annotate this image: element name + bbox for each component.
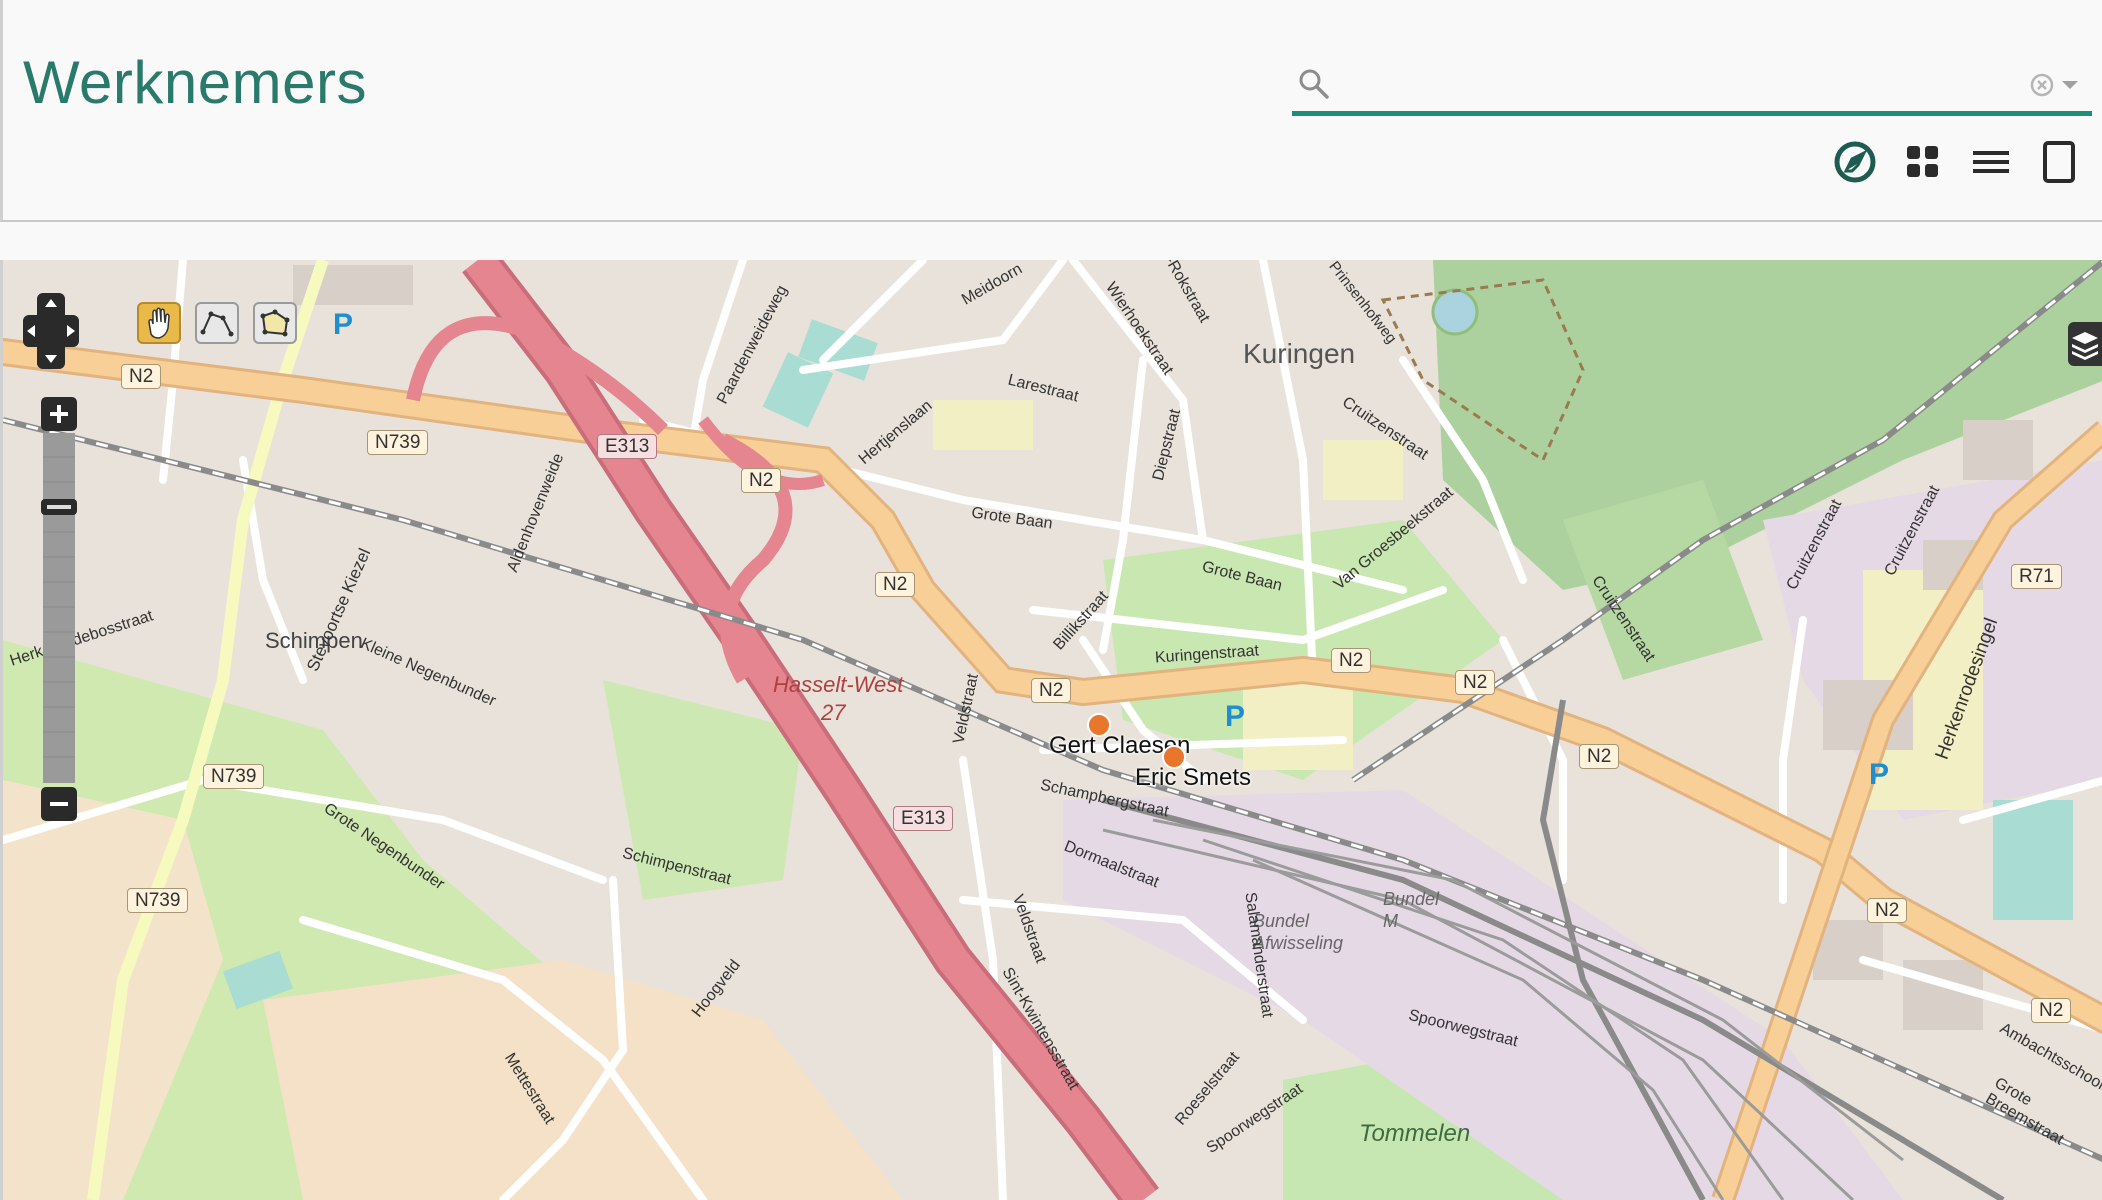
road-shield: N2 [1455, 670, 1496, 695]
layers-icon [2072, 332, 2098, 360]
draw-polygon-button[interactable] [253, 302, 297, 344]
place-label: Tommelen [1359, 1120, 1471, 1147]
clear-icon[interactable] [2029, 72, 2055, 98]
parking-icon: P [1869, 758, 1890, 791]
parking-icon: P [1225, 700, 1246, 733]
search-bar[interactable] [1292, 58, 2092, 116]
place-label: Kuringen [1243, 338, 1356, 369]
list-icon[interactable] [1969, 140, 2013, 184]
view-switcher [1833, 140, 2102, 184]
layer-switcher-button[interactable] [2068, 322, 2102, 366]
road-shield: N2 [2031, 998, 2072, 1023]
polygon-icon [260, 309, 290, 337]
tablet-icon[interactable] [2037, 140, 2081, 184]
road-shield: N2 [1579, 744, 1620, 769]
road-shield: E313 [597, 434, 658, 459]
zoom-control[interactable] [41, 397, 77, 821]
chevron-down-icon[interactable] [2060, 78, 2080, 92]
road-shield: N2 [1031, 678, 1072, 703]
place-label: Hasselt-West [773, 672, 904, 697]
marker-label[interactable]: Eric Smets [1135, 764, 1251, 792]
map-view[interactable]: N2 N739 E313 N2 N2 N2 N2 N2 N2 N2 N2 N73… [0, 260, 2102, 1200]
pan-control[interactable] [23, 293, 79, 369]
hand-icon [148, 307, 170, 339]
road-shield: N2 [741, 468, 782, 493]
road-shield: E313 [893, 806, 954, 831]
road-shield: N2 [1331, 648, 1372, 673]
page-header: Werknemers [0, 0, 2102, 222]
compass-icon[interactable] [1833, 140, 1877, 184]
search-input[interactable] [1348, 64, 1992, 106]
road-shield: N739 [367, 430, 429, 455]
draw-line-button[interactable] [195, 302, 239, 344]
road-shield: N739 [203, 764, 265, 789]
road-shield: R71 [2011, 564, 2062, 589]
parking-icon: P [333, 308, 354, 341]
search-icon [1299, 69, 1329, 99]
place-label: Bundel M [1383, 889, 1440, 931]
place-label: 27 [821, 700, 846, 725]
grid-icon[interactable] [1901, 140, 1945, 184]
place-label: Bundel Afwisseling [1253, 911, 1344, 953]
road-shield: N2 [121, 364, 162, 389]
hand-tool-button[interactable] [137, 302, 181, 344]
road-shield: N2 [1867, 898, 1908, 923]
road-shield: N2 [875, 572, 916, 597]
page-title: Werknemers [23, 49, 367, 116]
polyline-icon [200, 311, 234, 337]
road-shield: N739 [127, 888, 189, 913]
